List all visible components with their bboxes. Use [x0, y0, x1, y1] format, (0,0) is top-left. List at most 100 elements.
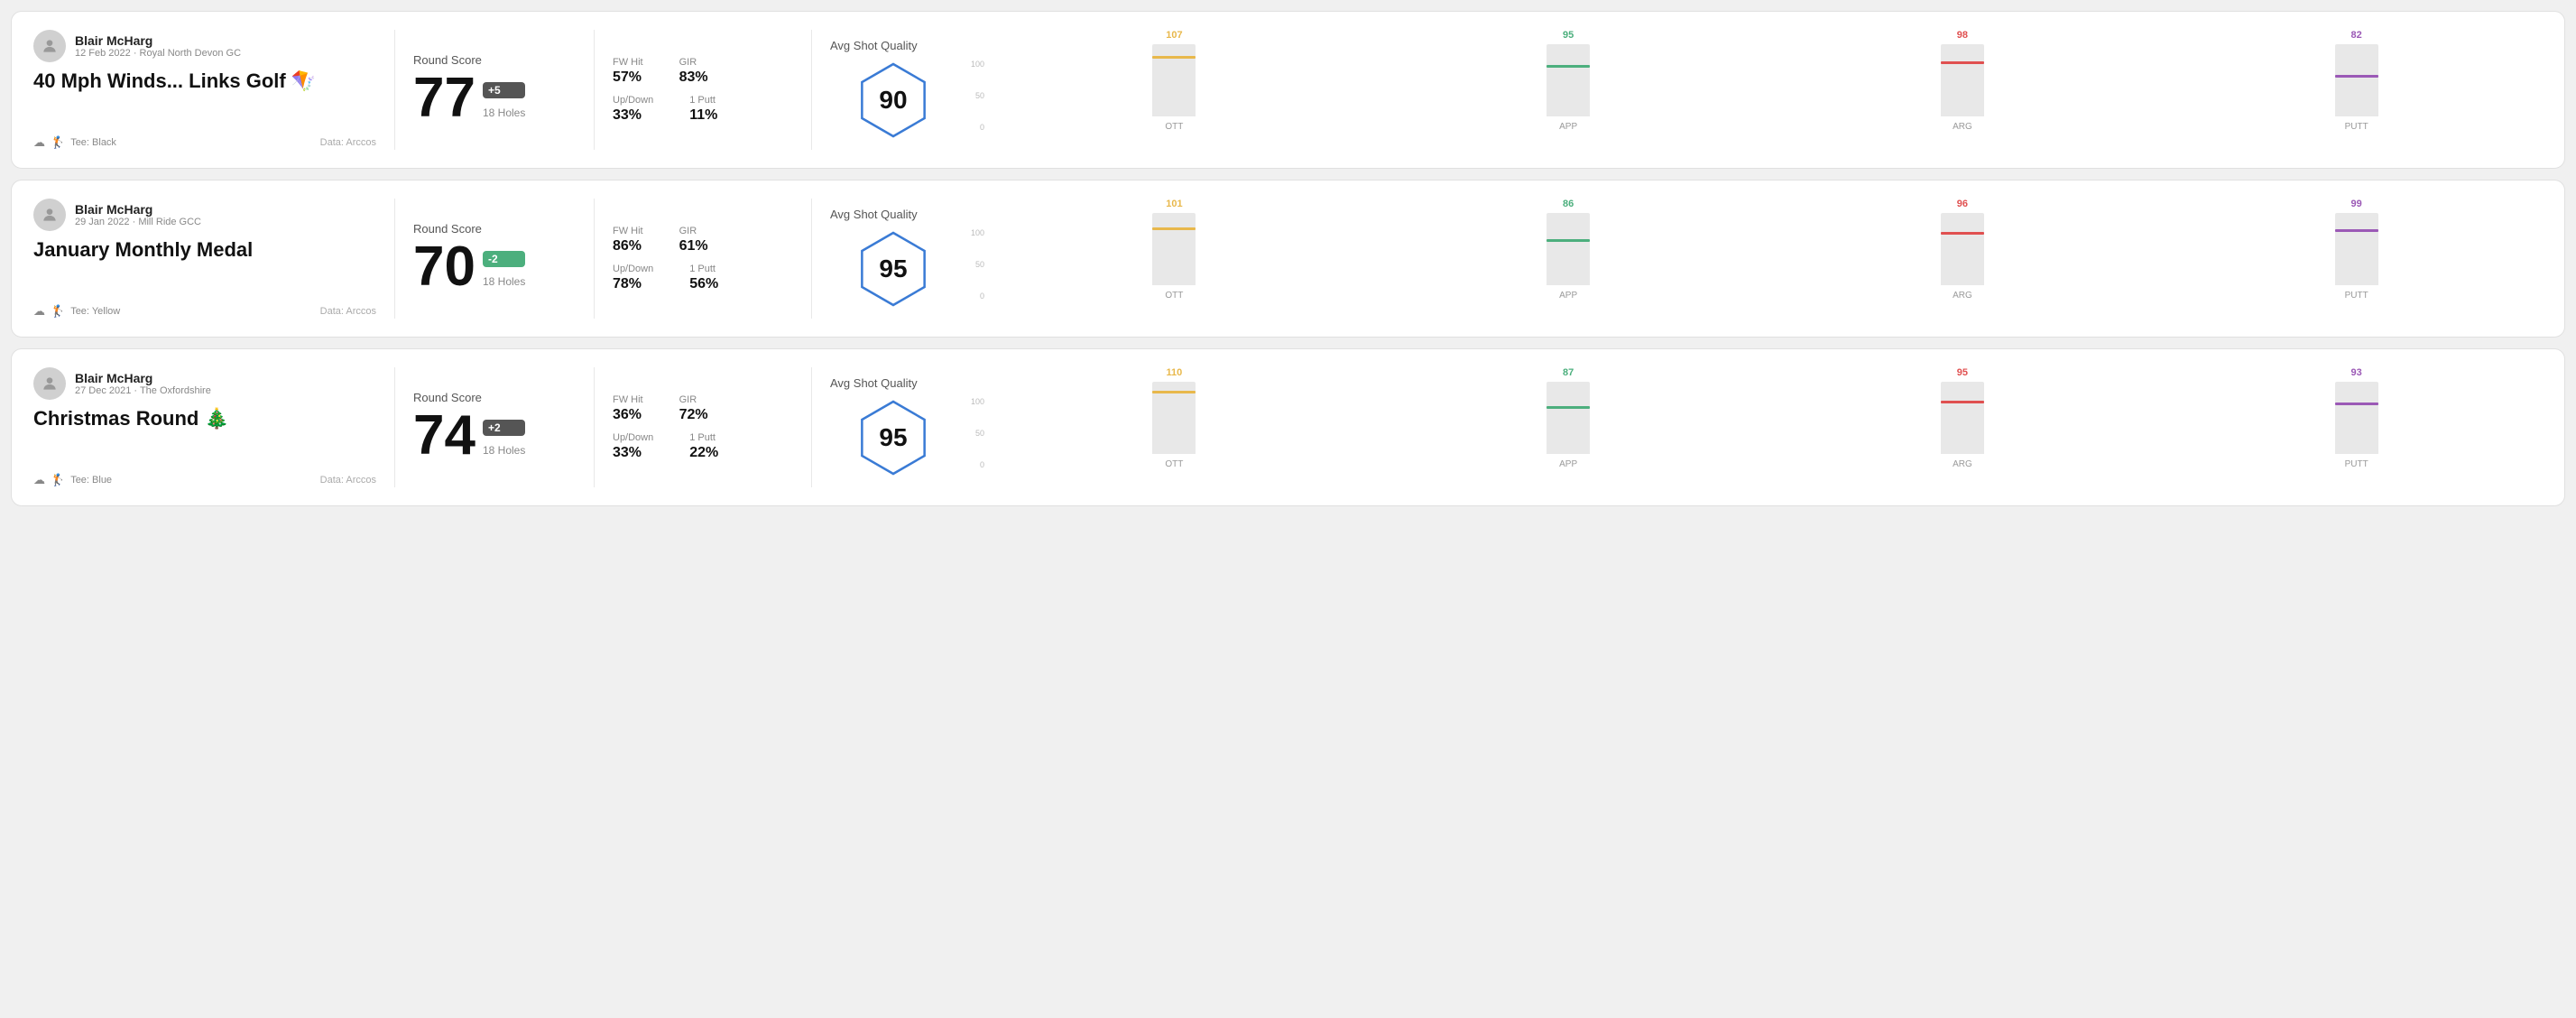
weather-icon: ☁ — [33, 304, 45, 319]
chart-bar-group: 96 ARG — [1777, 199, 2149, 301]
score-section: Round Score 77 +5 18 Holes — [413, 30, 576, 150]
person-icon — [41, 206, 59, 224]
hex-score: 90 — [879, 86, 907, 115]
chart-bar-group: 98 ARG — [1777, 30, 2149, 132]
avatar — [33, 367, 66, 400]
stat-updown: Up/Down 33% — [613, 432, 653, 461]
data-source: Data: Arccos — [320, 137, 376, 148]
stat-oneputt: 1 Putt 56% — [689, 264, 718, 292]
player-name: Blair McHarg — [75, 371, 211, 385]
stat-row-bottom: Up/Down 33% 1 Putt 22% — [613, 432, 793, 461]
stat-row-bottom: Up/Down 33% 1 Putt 11% — [613, 95, 793, 124]
avatar — [33, 30, 66, 62]
chart-bar-group: 101 OTT — [988, 199, 1361, 301]
score-badge: +5 — [483, 82, 525, 98]
footer-row: ☁ 🏌 Tee: Black Data: Arccos — [33, 135, 376, 150]
fw-hit-value: 57% — [613, 69, 643, 86]
oneputt-value: 11% — [689, 107, 717, 124]
oneputt-label: 1 Putt — [689, 432, 718, 443]
player-date-course: 29 Jan 2022 · Mill Ride GCC — [75, 217, 201, 227]
gir-label: GIR — [679, 226, 708, 236]
tee-info: ☁ 🏌 Tee: Blue — [33, 473, 112, 487]
updown-value: 78% — [613, 276, 653, 292]
stat-fw-hit: FW Hit 86% — [613, 226, 643, 255]
avatar — [33, 199, 66, 231]
stat-row-top: FW Hit 57% GIR 83% — [613, 57, 793, 86]
stat-row-bottom: Up/Down 78% 1 Putt 56% — [613, 264, 793, 292]
player-date-course: 12 Feb 2022 · Royal North Devon GC — [75, 48, 241, 59]
section-divider-3 — [811, 367, 812, 487]
tee-info: ☁ 🏌 Tee: Yellow — [33, 304, 120, 319]
section-divider-3 — [811, 30, 812, 150]
player-header: Blair McHarg 27 Dec 2021 · The Oxfordshi… — [33, 367, 376, 400]
score-number: 74 — [413, 408, 475, 464]
score-section: Round Score 70 -2 18 Holes — [413, 199, 576, 319]
quality-section: Avg Shot Quality 90 — [830, 30, 956, 150]
bag-icon: 🏌 — [51, 304, 65, 319]
chart-bar-group: 110 OTT — [988, 367, 1361, 469]
tee-label: Tee: Blue — [70, 475, 112, 486]
updown-value: 33% — [613, 445, 653, 461]
stat-oneputt: 1 Putt 22% — [689, 432, 718, 461]
player-header: Blair McHarg 29 Jan 2022 · Mill Ride GCC — [33, 199, 376, 231]
section-divider-2 — [594, 30, 595, 150]
chart-bar-group: 82 PUTT — [2170, 30, 2543, 132]
score-number: 70 — [413, 239, 475, 295]
tee-label: Tee: Yellow — [70, 306, 120, 317]
section-divider — [394, 30, 395, 150]
stat-row-top: FW Hit 36% GIR 72% — [613, 394, 793, 423]
bag-icon: 🏌 — [51, 473, 65, 487]
chart-bar-group: 86 APP — [1382, 199, 1755, 301]
holes-text: 18 Holes — [483, 106, 525, 119]
score-row: 74 +2 18 Holes — [413, 408, 576, 464]
fw-hit-label: FW Hit — [613, 226, 643, 236]
player-header: Blair McHarg 12 Feb 2022 · Royal North D… — [33, 30, 376, 62]
oneputt-label: 1 Putt — [689, 264, 718, 274]
chart-section: 100 50 0 101 OTT 86 APP — [956, 199, 2543, 319]
gir-label: GIR — [679, 394, 708, 405]
gir-value: 83% — [679, 69, 708, 86]
player-info: Blair McHarg 27 Dec 2021 · The Oxfordshi… — [75, 371, 211, 396]
quality-section: Avg Shot Quality 95 — [830, 367, 956, 487]
stat-fw-hit: FW Hit 57% — [613, 57, 643, 86]
stat-gir: GIR 72% — [679, 394, 708, 423]
gir-value: 61% — [679, 238, 708, 255]
section-divider-2 — [594, 199, 595, 319]
round-title: 40 Mph Winds... Links Golf 🪁 — [33, 69, 376, 93]
stats-section: FW Hit 36% GIR 72% Up/Down 33% 1 Putt 22… — [613, 367, 793, 487]
score-label: Round Score — [413, 222, 576, 236]
player-name: Blair McHarg — [75, 33, 241, 48]
quality-label: Avg Shot Quality — [830, 208, 918, 221]
hexagon-container: 95 — [853, 397, 934, 478]
section-divider — [394, 367, 395, 487]
stats-section: FW Hit 57% GIR 83% Up/Down 33% 1 Putt 11… — [613, 30, 793, 150]
player-name: Blair McHarg — [75, 202, 201, 217]
chart-bar-group: 87 APP — [1382, 367, 1755, 469]
quality-label: Avg Shot Quality — [830, 39, 918, 52]
footer-row: ☁ 🏌 Tee: Blue Data: Arccos — [33, 473, 376, 487]
round-title: January Monthly Medal — [33, 238, 376, 262]
stat-fw-hit: FW Hit 36% — [613, 394, 643, 423]
score-badge: +2 — [483, 420, 525, 436]
score-label: Round Score — [413, 53, 576, 67]
gir-value: 72% — [679, 407, 708, 423]
player-date-course: 27 Dec 2021 · The Oxfordshire — [75, 385, 211, 396]
fw-hit-value: 86% — [613, 238, 643, 255]
fw-hit-value: 36% — [613, 407, 643, 423]
data-source: Data: Arccos — [320, 306, 376, 317]
updown-label: Up/Down — [613, 432, 653, 443]
score-badge: -2 — [483, 251, 525, 267]
stats-section: FW Hit 86% GIR 61% Up/Down 78% 1 Putt 56… — [613, 199, 793, 319]
round-title: Christmas Round 🎄 — [33, 407, 376, 430]
left-section: Blair McHarg 27 Dec 2021 · The Oxfordshi… — [33, 367, 376, 487]
stat-row-top: FW Hit 86% GIR 61% — [613, 226, 793, 255]
score-section: Round Score 74 +2 18 Holes — [413, 367, 576, 487]
stat-gir: GIR 61% — [679, 226, 708, 255]
updown-label: Up/Down — [613, 264, 653, 274]
left-section: Blair McHarg 12 Feb 2022 · Royal North D… — [33, 30, 376, 150]
stat-oneputt: 1 Putt 11% — [689, 95, 717, 124]
score-number: 77 — [413, 70, 475, 126]
stat-gir: GIR 83% — [679, 57, 708, 86]
tee-label: Tee: Black — [70, 137, 116, 148]
section-divider-3 — [811, 199, 812, 319]
